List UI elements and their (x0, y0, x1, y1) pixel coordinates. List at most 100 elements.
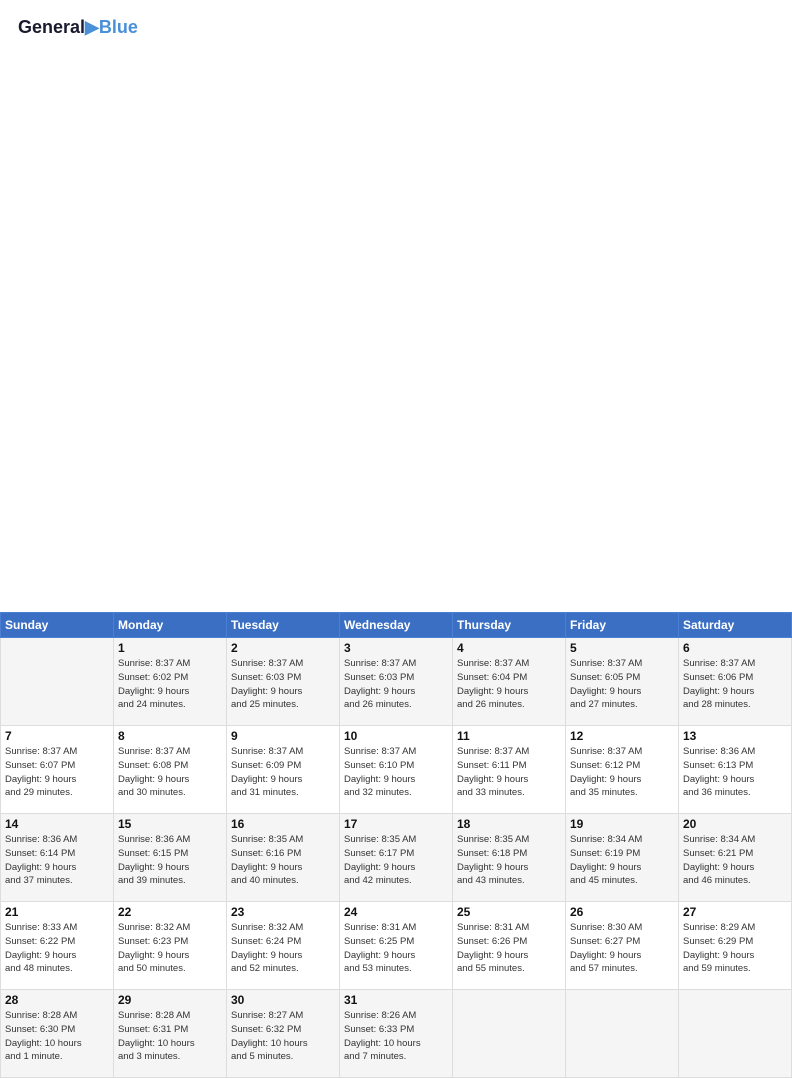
day-number: 31 (344, 993, 448, 1007)
day-info: Sunrise: 8:37 AM Sunset: 6:03 PM Dayligh… (344, 657, 448, 712)
day-number: 18 (457, 817, 561, 831)
table-row: 12 Sunrise: 8:37 AM Sunset: 6:12 PM Dayli… (566, 726, 679, 814)
table-row: 28 Sunrise: 8:28 AM Sunset: 6:30 PM Dayli… (1, 990, 114, 1078)
day-info: Sunrise: 8:37 AM Sunset: 6:06 PM Dayligh… (683, 657, 787, 712)
calendar-week-row: 14 Sunrise: 8:36 AM Sunset: 6:14 PM Dayli… (1, 814, 792, 902)
day-number: 28 (5, 993, 109, 1007)
table-row: 8Sunrise: 8:37 AM Sunset: 6:08 PM Daylig… (114, 726, 227, 814)
day-number: 10 (344, 729, 448, 743)
day-number: 29 (118, 993, 222, 1007)
day-info: Sunrise: 8:35 AM Sunset: 6:17 PM Dayligh… (344, 833, 448, 888)
day-info: Sunrise: 8:33 AM Sunset: 6:22 PM Dayligh… (5, 921, 109, 976)
table-row: 9Sunrise: 8:37 AM Sunset: 6:09 PM Daylig… (227, 726, 340, 814)
day-info: Sunrise: 8:35 AM Sunset: 6:16 PM Dayligh… (231, 833, 335, 888)
table-row (1, 638, 114, 726)
table-row: 17 Sunrise: 8:35 AM Sunset: 6:17 PM Dayli… (340, 814, 453, 902)
day-number: 15 (118, 817, 222, 831)
day-number: 27 (683, 905, 787, 919)
day-info: Sunrise: 8:36 AM Sunset: 6:13 PM Dayligh… (683, 745, 787, 800)
day-info: Sunrise: 8:28 AM Sunset: 6:30 PM Dayligh… (5, 1009, 109, 1064)
table-row: 22Sunrise: 8:32 AM Sunset: 6:23 PM Dayli… (114, 902, 227, 990)
day-info: Sunrise: 8:37 AM Sunset: 6:03 PM Dayligh… (231, 657, 335, 712)
header-tuesday: Tuesday (227, 613, 340, 638)
weekday-header-row: Sunday Monday Tuesday Wednesday Thursday… (1, 613, 792, 638)
table-row: 4Sunrise: 8:37 AM Sunset: 6:04 PM Daylig… (453, 638, 566, 726)
day-number: 3 (344, 641, 448, 655)
table-row: 16 Sunrise: 8:35 AM Sunset: 6:16 PM Dayli… (227, 814, 340, 902)
day-info: Sunrise: 8:35 AM Sunset: 6:18 PM Dayligh… (457, 833, 561, 888)
day-number: 21 (5, 905, 109, 919)
header: General▶ Blue (18, 18, 774, 38)
day-info: Sunrise: 8:37 AM Sunset: 6:08 PM Dayligh… (118, 745, 222, 800)
table-row: 2 Sunrise: 8:37 AM Sunset: 6:03 PM Daylig… (227, 638, 340, 726)
table-row: 5 Sunrise: 8:37 AM Sunset: 6:05 PM Daylig… (566, 638, 679, 726)
day-number: 17 (344, 817, 448, 831)
day-number: 7 (5, 729, 109, 743)
day-info: Sunrise: 8:29 AM Sunset: 6:29 PM Dayligh… (683, 921, 787, 976)
table-row: 15 Sunrise: 8:36 AM Sunset: 6:15 PM Dayli… (114, 814, 227, 902)
table-row (679, 990, 792, 1078)
calendar-week-row: 21 Sunrise: 8:33 AM Sunset: 6:22 PM Dayli… (1, 902, 792, 990)
table-row: 27 Sunrise: 8:29 AM Sunset: 6:29 PM Dayli… (679, 902, 792, 990)
calendar-week-row: 7 Sunrise: 8:37 AM Sunset: 6:07 PM Daylig… (1, 726, 792, 814)
day-info: Sunrise: 8:37 AM Sunset: 6:09 PM Dayligh… (231, 745, 335, 800)
day-number: 19 (570, 817, 674, 831)
header-thursday: Thursday (453, 613, 566, 638)
table-row (566, 990, 679, 1078)
table-row: 31Sunrise: 8:26 AM Sunset: 6:33 PM Dayli… (340, 990, 453, 1078)
day-number: 13 (683, 729, 787, 743)
day-info: Sunrise: 8:37 AM Sunset: 6:07 PM Dayligh… (5, 745, 109, 800)
table-row: 19Sunrise: 8:34 AM Sunset: 6:19 PM Dayli… (566, 814, 679, 902)
header-monday: Monday (114, 613, 227, 638)
table-row: 20 Sunrise: 8:34 AM Sunset: 6:21 PM Dayli… (679, 814, 792, 902)
day-number: 30 (231, 993, 335, 1007)
day-number: 26 (570, 905, 674, 919)
table-row: 3 Sunrise: 8:37 AM Sunset: 6:03 PM Daylig… (340, 638, 453, 726)
day-info: Sunrise: 8:31 AM Sunset: 6:25 PM Dayligh… (344, 921, 448, 976)
day-number: 22 (118, 905, 222, 919)
day-number: 20 (683, 817, 787, 831)
calendar-week-row: 28 Sunrise: 8:28 AM Sunset: 6:30 PM Dayli… (1, 990, 792, 1078)
header-sunday: Sunday (1, 613, 114, 638)
logo-blue: Blue (99, 18, 138, 38)
table-row: 30 Sunrise: 8:27 AM Sunset: 6:32 PM Dayli… (227, 990, 340, 1078)
table-row: 13 Sunrise: 8:36 AM Sunset: 6:13 PM Dayli… (679, 726, 792, 814)
day-number: 14 (5, 817, 109, 831)
table-row (453, 990, 566, 1078)
calendar-week-row: 1Sunrise: 8:37 AM Sunset: 6:02 PM Daylig… (1, 638, 792, 726)
day-info: Sunrise: 8:37 AM Sunset: 6:11 PM Dayligh… (457, 745, 561, 800)
header-wednesday: Wednesday (340, 613, 453, 638)
day-info: Sunrise: 8:34 AM Sunset: 6:21 PM Dayligh… (683, 833, 787, 888)
day-info: Sunrise: 8:37 AM Sunset: 6:05 PM Dayligh… (570, 657, 674, 712)
day-info: Sunrise: 8:36 AM Sunset: 6:15 PM Dayligh… (118, 833, 222, 888)
day-number: 6 (683, 641, 787, 655)
day-info: Sunrise: 8:30 AM Sunset: 6:27 PM Dayligh… (570, 921, 674, 976)
day-number: 5 (570, 641, 674, 655)
table-row: 23Sunrise: 8:32 AM Sunset: 6:24 PM Dayli… (227, 902, 340, 990)
day-info: Sunrise: 8:27 AM Sunset: 6:32 PM Dayligh… (231, 1009, 335, 1064)
table-row: 6 Sunrise: 8:37 AM Sunset: 6:06 PM Daylig… (679, 638, 792, 726)
day-number: 25 (457, 905, 561, 919)
day-info: Sunrise: 8:37 AM Sunset: 6:02 PM Dayligh… (118, 657, 222, 712)
table-row: 14 Sunrise: 8:36 AM Sunset: 6:14 PM Dayli… (1, 814, 114, 902)
day-number: 12 (570, 729, 674, 743)
table-row: 11 Sunrise: 8:37 AM Sunset: 6:11 PM Dayli… (453, 726, 566, 814)
header-friday: Friday (566, 613, 679, 638)
day-info: Sunrise: 8:36 AM Sunset: 6:14 PM Dayligh… (5, 833, 109, 888)
day-info: Sunrise: 8:31 AM Sunset: 6:26 PM Dayligh… (457, 921, 561, 976)
day-number: 16 (231, 817, 335, 831)
day-info: Sunrise: 8:28 AM Sunset: 6:31 PM Dayligh… (118, 1009, 222, 1064)
table-row: 18 Sunrise: 8:35 AM Sunset: 6:18 PM Dayli… (453, 814, 566, 902)
day-info: Sunrise: 8:37 AM Sunset: 6:12 PM Dayligh… (570, 745, 674, 800)
day-number: 2 (231, 641, 335, 655)
page: General▶ Blue (0, 0, 792, 612)
table-row: 7 Sunrise: 8:37 AM Sunset: 6:07 PM Daylig… (1, 726, 114, 814)
table-row: 21 Sunrise: 8:33 AM Sunset: 6:22 PM Dayli… (1, 902, 114, 990)
day-number: 11 (457, 729, 561, 743)
table-row: 24Sunrise: 8:31 AM Sunset: 6:25 PM Dayli… (340, 902, 453, 990)
day-info: Sunrise: 8:37 AM Sunset: 6:04 PM Dayligh… (457, 657, 561, 712)
logo-text: General▶ (18, 18, 99, 38)
calendar-table: Sunday Monday Tuesday Wednesday Thursday… (0, 612, 792, 1078)
day-info: Sunrise: 8:37 AM Sunset: 6:10 PM Dayligh… (344, 745, 448, 800)
table-row: 29 Sunrise: 8:28 AM Sunset: 6:31 PM Dayli… (114, 990, 227, 1078)
